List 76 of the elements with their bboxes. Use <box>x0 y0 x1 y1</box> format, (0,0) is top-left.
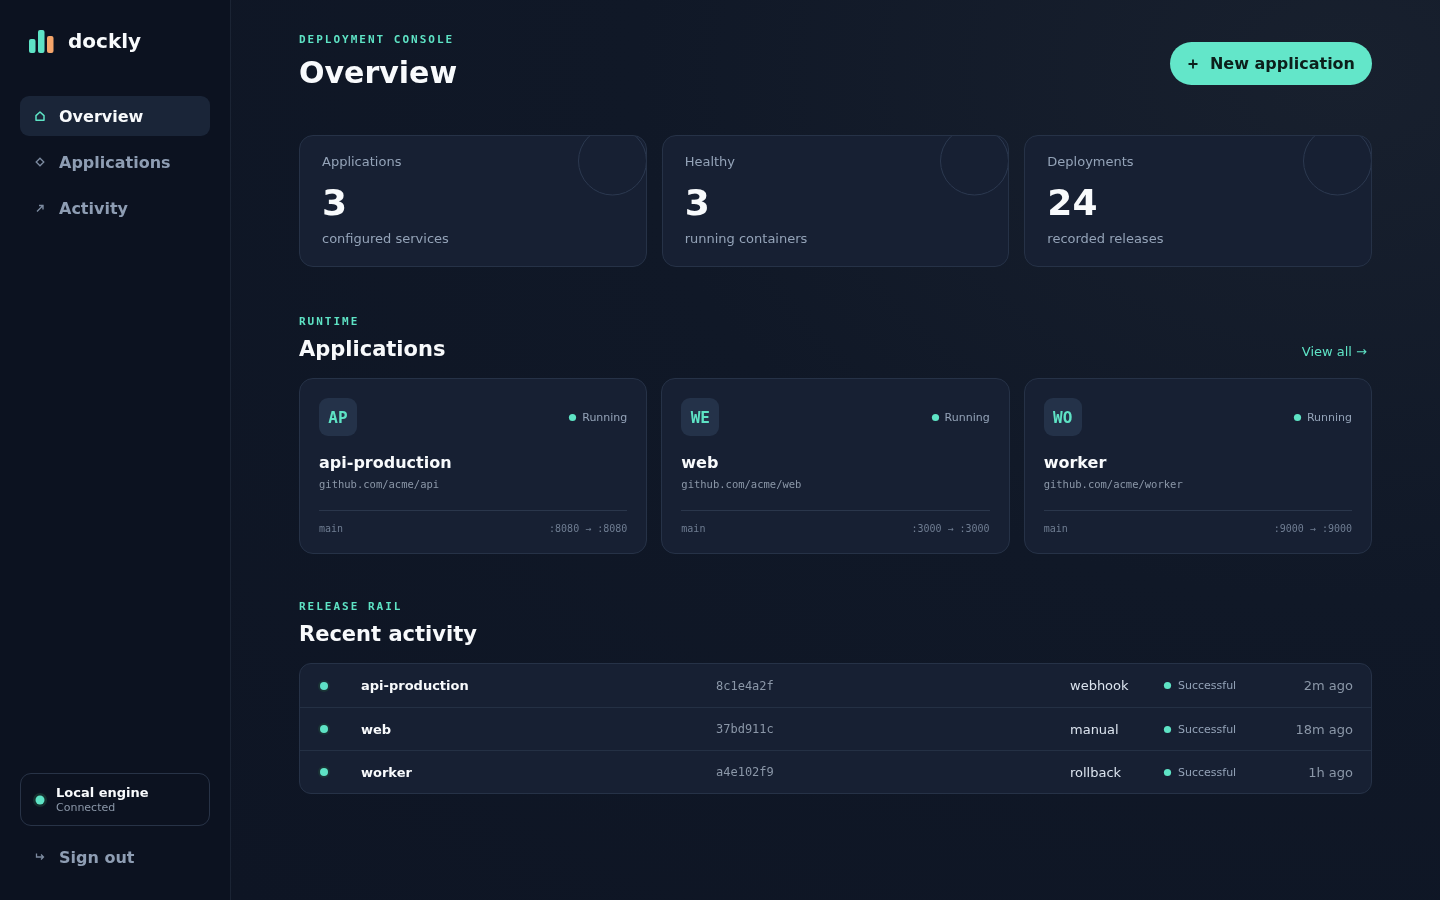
app-initials-avatar: AP <box>319 398 357 436</box>
stat-caption: running containers <box>684 230 809 248</box>
activity-app: worker <box>361 764 413 780</box>
status-dot-icon <box>930 412 940 422</box>
view-all-link[interactable]: View all → <box>1301 344 1367 359</box>
activity-trigger: manual <box>1070 721 1120 737</box>
app-initials-avatar: WE <box>681 398 720 436</box>
sign-out-button[interactable]: Sign out <box>20 837 210 877</box>
activity-commit: 8c1e4a2f <box>716 678 775 693</box>
activity-app: web <box>361 721 393 737</box>
activity-status: Successful <box>1178 722 1237 736</box>
stat-caption: configured services <box>322 230 450 248</box>
section-title: Recent activity <box>299 621 478 647</box>
stat-caption: recorded releases <box>1047 230 1165 248</box>
application-card[interactable]: WE Running web github.com/acme/web main :3000 → :3000 <box>661 378 1010 554</box>
activity-time: 1h ago <box>1308 764 1353 780</box>
app-status: Running <box>944 410 990 424</box>
app-repo: github.com/acme/worker <box>1043 477 1184 491</box>
new-application-button[interactable]: New application <box>1169 42 1372 85</box>
home-icon <box>35 111 45 121</box>
app-name: api-production <box>319 453 453 473</box>
brand-name: dockly <box>68 29 142 53</box>
app-status: Running <box>1306 410 1352 424</box>
engine-name: Local engine <box>56 784 149 801</box>
app-branch: main <box>319 522 344 536</box>
app-status: Running <box>582 410 628 424</box>
stat-value: 3 <box>684 182 711 224</box>
stat-label: Applications <box>322 153 403 171</box>
application-card[interactable]: WO Running worker github.com/acme/worker main :9000 → :9000 <box>1023 378 1372 554</box>
diamond-icon <box>35 157 45 167</box>
activity-time: 2m ago <box>1303 678 1353 693</box>
app-ports: :3000 → :3000 <box>911 522 990 536</box>
application-card[interactable]: AP Running api-production github.com/acme/api main :8080 → :8080 <box>299 378 648 554</box>
app-name: worker <box>1043 453 1108 473</box>
app-ports: :9000 → :9000 <box>1273 522 1352 536</box>
app-repo: github.com/acme/api <box>319 477 441 491</box>
nav-item[interactable]: Applications <box>20 142 210 182</box>
status-dot-icon <box>1163 724 1172 734</box>
section-title: Applications <box>299 336 446 362</box>
activity-commit: a4e102f9 <box>716 765 775 779</box>
section-eyebrow: RUNTIME <box>299 315 361 329</box>
app-branch: main <box>681 522 706 536</box>
nav-item[interactable]: Activity <box>20 188 210 228</box>
activity-trigger: webhook <box>1070 678 1130 693</box>
section-eyebrow: RELEASE RAIL <box>299 600 404 614</box>
plus-icon <box>1187 58 1198 69</box>
status-dot-icon <box>1292 412 1302 422</box>
status-dot-icon <box>568 412 578 422</box>
app-branch: main <box>1043 522 1068 536</box>
stat-label: Deployments <box>1047 153 1135 171</box>
status-dot-icon <box>318 723 330 735</box>
status-dot-icon <box>318 766 330 778</box>
stat-label: Healthy <box>684 153 737 171</box>
app-initials-avatar: WO <box>1043 398 1082 436</box>
activity-status: Successful <box>1178 765 1237 779</box>
app-repo: github.com/acme/web <box>681 477 803 491</box>
nav-item[interactable]: Overview <box>20 96 210 136</box>
activity-app: api-production <box>361 678 470 693</box>
activity-trigger: rollback <box>1070 764 1123 780</box>
engine-status: Connected <box>56 800 117 815</box>
hook-arrow-icon <box>35 852 45 862</box>
status-dot-icon <box>1163 681 1172 690</box>
status-dot-icon <box>318 679 330 692</box>
section-eyebrow: DEPLOYMENT CONSOLE <box>299 33 456 47</box>
stat-value: 3 <box>322 182 349 224</box>
activity-commit: 37bd911c <box>716 722 775 736</box>
bar-chart-logo-icon <box>29 29 54 53</box>
status-dot-icon <box>1163 767 1172 777</box>
app-name: web <box>681 453 720 473</box>
page-title: Overview <box>299 55 458 91</box>
app-ports: :8080 → :8080 <box>549 522 628 536</box>
stat-value: 24 <box>1047 182 1099 224</box>
status-dot-icon <box>33 792 47 807</box>
activity-time: 18m ago <box>1295 721 1353 737</box>
arrow-icon <box>35 203 45 213</box>
activity-status: Successful <box>1178 679 1237 692</box>
